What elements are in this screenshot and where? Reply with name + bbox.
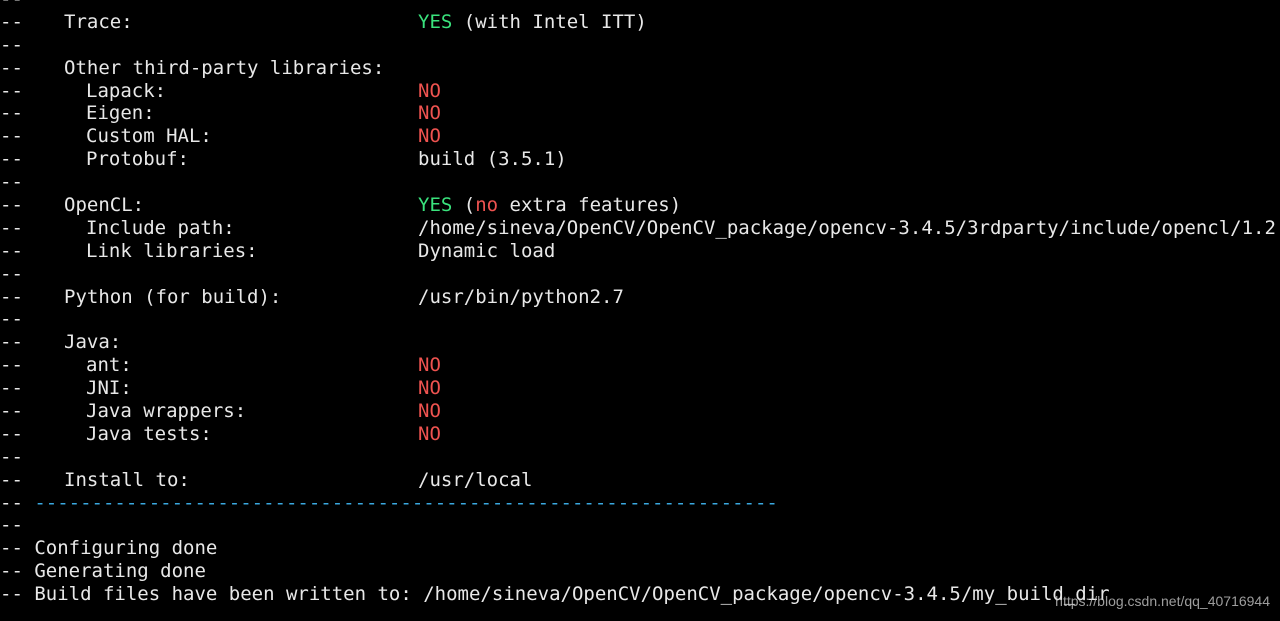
line-prefix: -- bbox=[0, 308, 23, 331]
terminal-line-generating: -- Generating done bbox=[0, 560, 1280, 583]
generating-done-text: -- Generating done bbox=[0, 560, 206, 583]
line-prefix: -- bbox=[0, 331, 23, 354]
opencl-status: YES bbox=[418, 194, 453, 217]
line-prefix: -- bbox=[0, 285, 23, 308]
jni-value: NO bbox=[418, 377, 441, 400]
line-prefix: -- bbox=[0, 125, 23, 148]
opencl-rest: extra features) bbox=[498, 194, 682, 217]
line-prefix: -- bbox=[0, 148, 23, 171]
java-wrappers-value: NO bbox=[418, 400, 441, 423]
ant-value: NO bbox=[418, 354, 441, 377]
terminal-line: -- bbox=[0, 171, 1280, 194]
terminal-line-other: -- Other third-party libraries: bbox=[0, 57, 1280, 80]
line-prefix: -- bbox=[0, 400, 23, 423]
terminal-line-opencl: -- OpenCL: YES (no extra features) bbox=[0, 194, 1280, 217]
java-label: Java: bbox=[64, 331, 122, 354]
line-prefix: -- bbox=[0, 445, 23, 468]
trace-status: YES bbox=[418, 10, 453, 33]
java-tests-label: Java tests: bbox=[86, 422, 212, 445]
terminal-line-python: -- Python (for build): /usr/bin/python2.7 bbox=[0, 286, 1280, 309]
line-prefix: -- bbox=[0, 514, 23, 537]
terminal-line: -- bbox=[0, 34, 1280, 57]
terminal-line-lapack: -- Lapack: NO bbox=[0, 80, 1280, 103]
terminal-line-include: -- Include path: /home/sineva/OpenCV/OpenC… bbox=[0, 217, 1280, 240]
terminal-line: -- bbox=[0, 0, 1280, 11]
terminal-line-protobuf: -- Protobuf: build (3.5.1) bbox=[0, 148, 1280, 171]
line-prefix: -- bbox=[0, 10, 23, 33]
jni-label: JNI: bbox=[86, 377, 132, 400]
terminal-line-configuring: -- Configuring done bbox=[0, 537, 1280, 560]
terminal-line-java: -- Java: bbox=[0, 331, 1280, 354]
terminal-line-install: -- Install to: /usr/local bbox=[0, 469, 1280, 492]
line-prefix: -- bbox=[0, 216, 23, 239]
trace-label: Trace: bbox=[64, 10, 133, 33]
include-path-value: /home/sineva/OpenCV/OpenCV_package/openc… bbox=[418, 216, 1276, 239]
protobuf-label: Protobuf: bbox=[86, 148, 189, 171]
link-libraries-label: Link libraries: bbox=[86, 239, 258, 262]
terminal-line: -- bbox=[0, 446, 1280, 469]
line-prefix: -- bbox=[0, 468, 23, 491]
terminal-output: -- --Trace:YES (with Intel ITT) -- --Oth… bbox=[0, 0, 1280, 609]
eigen-value: NO bbox=[418, 102, 441, 125]
line-prefix: -- bbox=[0, 0, 64, 11]
terminal-line-wrappers: -- Java wrappers: NO bbox=[0, 400, 1280, 423]
link-libraries-value: Dynamic load bbox=[418, 239, 556, 262]
line-prefix: -- bbox=[0, 239, 23, 262]
lapack-value: NO bbox=[418, 79, 441, 102]
separator-prefix: -- bbox=[0, 491, 35, 514]
python-label: Python (for build): bbox=[64, 285, 282, 308]
line-prefix: -- bbox=[0, 194, 23, 217]
opencl-paren: ( bbox=[452, 194, 476, 217]
terminal-line-ant: -- ant: NO bbox=[0, 354, 1280, 377]
line-prefix: -- bbox=[0, 79, 23, 102]
lapack-label: Lapack: bbox=[86, 79, 167, 102]
other-libraries-label: Other third-party libraries: bbox=[64, 56, 385, 79]
custom-hal-label: Custom HAL: bbox=[86, 125, 212, 148]
line-prefix: -- bbox=[0, 422, 23, 445]
terminal-line-eigen: -- Eigen: NO bbox=[0, 102, 1280, 125]
java-wrappers-label: Java wrappers: bbox=[86, 400, 247, 423]
configuring-done-text: -- Configuring done bbox=[0, 537, 218, 560]
opencl-label: OpenCL: bbox=[64, 194, 145, 217]
watermark-text: https://blog.csdn.net/qq_40716944 bbox=[1055, 593, 1270, 609]
terminal-line-link: -- Link libraries: Dynamic load bbox=[0, 240, 1280, 263]
install-value: /usr/local bbox=[418, 468, 533, 491]
build-files-text: -- Build files have been written to: /ho… bbox=[0, 583, 1110, 606]
separator-dashes: ----------------------------------------… bbox=[34, 491, 778, 514]
python-value: /usr/bin/python2.7 bbox=[418, 285, 624, 308]
terminal-line: -- bbox=[0, 263, 1280, 286]
line-prefix: -- bbox=[0, 354, 23, 377]
terminal-line-tests: -- Java tests: NO bbox=[0, 423, 1280, 446]
java-tests-value: NO bbox=[418, 422, 441, 445]
custom-hal-value: NO bbox=[418, 125, 441, 148]
trace-detail: (with Intel ITT) bbox=[452, 10, 647, 33]
ant-label: ant: bbox=[86, 354, 132, 377]
terminal-line-jni: -- JNI: NO bbox=[0, 377, 1280, 400]
terminal-line: -- bbox=[0, 308, 1280, 331]
line-prefix: -- bbox=[0, 171, 23, 194]
terminal-line-trace: -- Trace: YES (with Intel ITT) bbox=[0, 11, 1280, 34]
terminal-line: -- bbox=[0, 514, 1280, 537]
line-prefix: -- bbox=[0, 33, 23, 56]
include-path-label: Include path: bbox=[86, 216, 235, 239]
line-prefix: -- bbox=[0, 102, 23, 125]
line-prefix: -- bbox=[0, 262, 23, 285]
line-prefix: -- bbox=[0, 377, 23, 400]
line-prefix: -- bbox=[0, 56, 23, 79]
terminal-line-hal: -- Custom HAL: NO bbox=[0, 125, 1280, 148]
terminal-line-separator: -- -------------------------------------… bbox=[0, 492, 1280, 515]
eigen-label: Eigen: bbox=[86, 102, 155, 125]
protobuf-value: build (3.5.1) bbox=[418, 148, 567, 171]
install-label: Install to: bbox=[64, 468, 190, 491]
opencl-no: no bbox=[475, 194, 499, 217]
